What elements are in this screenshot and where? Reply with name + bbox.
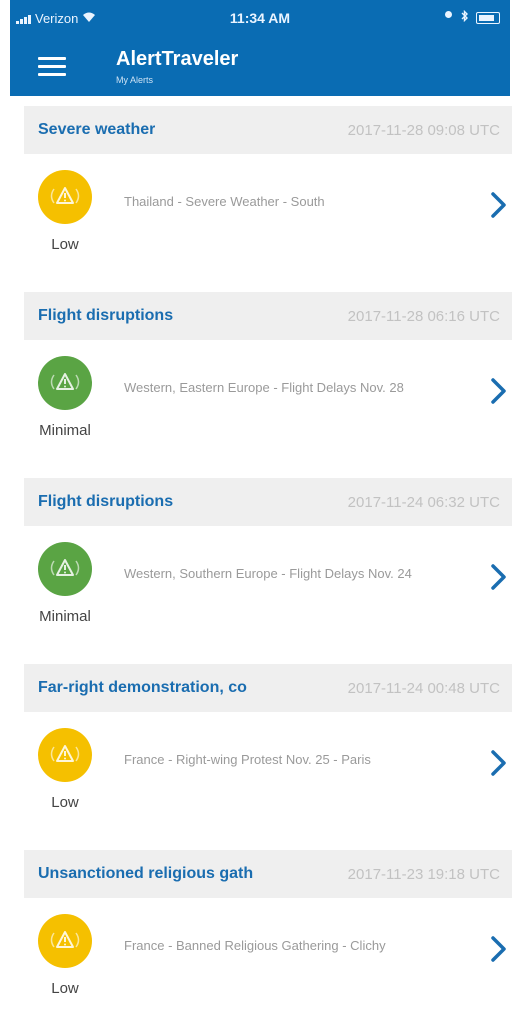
alert-level: Low [51,236,79,253]
alert-header[interactable]: Unsanctioned religious gath 2017-11-23 1… [24,850,512,898]
alert-item[interactable]: Minimal Western, Eastern Europe - Flight… [24,348,512,464]
alert-description: Western, Eastern Europe - Flight Delays … [124,380,404,395]
chevron-right-icon[interactable] [486,748,512,778]
alert-title: Severe weather [38,121,156,138]
chevron-right-icon[interactable] [486,376,512,406]
alert-header[interactable]: Flight disruptions 2017-11-24 06:32 UTC [24,478,512,526]
alert-description: France - Right-wing Protest Nov. 25 - Pa… [124,752,371,767]
status-bar: Verizon 11:34 AM [10,0,510,36]
alert-list: Severe weather 2017-11-28 09:08 UTC Low … [24,106,512,1036]
alert-item[interactable]: Low France - Banned Religious Gathering … [24,906,512,1022]
alert-item[interactable]: Low Thailand - Severe Weather - South [24,162,512,278]
alert-date: 2017-11-23 19:18 UTC [347,865,500,883]
alert-waves-icon [38,914,92,968]
chevron-right-icon[interactable] [486,190,512,220]
alert-description: France - Banned Religious Gathering - Cl… [124,938,386,953]
status-time: 11:34 AM [229,10,291,26]
alert-waves-icon [38,542,92,596]
battery-icon [476,11,500,24]
alert-header[interactable]: Severe weather 2017-11-28 09:08 UTC [24,106,512,154]
alert-title: Far-right demonstration, co [38,679,247,696]
app-title: AlertTraveler [116,48,239,70]
alert-header[interactable]: Far-right demonstration, co 2017-11-24 0… [24,664,512,712]
alert-description: Thailand - Severe Weather - South [124,194,325,209]
alert-waves-icon [38,356,92,410]
alert-level: Minimal [39,608,91,625]
chevron-right-icon[interactable] [486,934,512,964]
alert-item[interactable]: Minimal Western, Southern Europe - Fligh… [24,534,512,650]
alert-waves-icon [38,170,92,224]
alert-level: Minimal [39,422,91,439]
alert-level: Low [51,980,79,997]
chevron-right-icon[interactable] [486,562,512,592]
location-icon [444,10,453,25]
bluetooth-icon [461,9,468,25]
alert-title: Flight disruptions [38,307,174,324]
menu-icon[interactable] [38,57,66,77]
alert-item[interactable]: Low France - Right-wing Protest Nov. 25 … [24,720,512,836]
page-subtitle: My Alerts [116,75,154,85]
alert-date: 2017-11-28 09:08 UTC [347,121,500,139]
alert-date: 2017-11-28 06:16 UTC [347,307,500,325]
app-header: AlertTraveler My Alerts [10,36,510,96]
alert-date: 2017-11-24 06:32 UTC [347,493,500,511]
status-right [444,9,500,25]
alert-date: 2017-11-24 00:48 UTC [347,679,500,697]
alert-level: Low [51,794,79,811]
alert-description: Western, Southern Europe - Flight Delays… [124,566,412,581]
alert-waves-icon [38,728,92,782]
alert-header[interactable]: Flight disruptions 2017-11-28 06:16 UTC [24,292,512,340]
alert-title: Flight disruptions [38,493,174,510]
alert-title: Unsanctioned religious gath [38,865,254,882]
